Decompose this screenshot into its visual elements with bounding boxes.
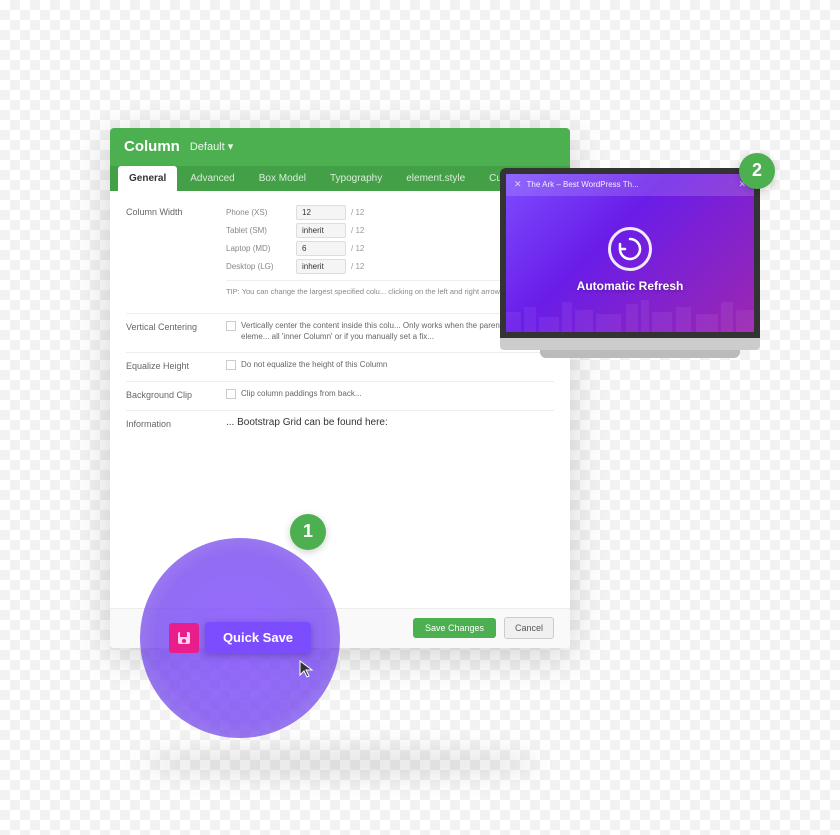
browser-tab-text: The Ark – Best WordPress Th... [527, 180, 639, 189]
information-text: ... Bootstrap Grid can be found here: [226, 417, 388, 428]
laptop-mockup: ✕ The Ark – Best WordPress Th... ✕ Autom… [500, 168, 780, 368]
step2-badge: 2 [739, 153, 775, 189]
checkbox-equalize-height-text: Do not equalize the height of this Colum… [241, 359, 387, 370]
laptop-browser-bar: ✕ The Ark – Best WordPress Th... ✕ [506, 174, 754, 196]
screen-label: Automatic Refresh [577, 279, 684, 293]
checkbox-background-clip: Clip column paddings from back... [226, 388, 554, 399]
sub-value-phone[interactable]: 12 [296, 205, 346, 220]
checkbox-vertical-centering-box[interactable] [226, 321, 236, 331]
laptop-screen: ✕ The Ark – Best WordPress Th... ✕ Autom… [500, 168, 760, 338]
sub-value-tablet[interactable]: inherit [296, 223, 346, 238]
laptop-base [500, 338, 760, 350]
field-label-vertical-centering: Vertical Centering [126, 320, 216, 332]
card-header: Column Default ▾ [110, 128, 570, 166]
laptop-stand [540, 350, 740, 358]
card-default-badge[interactable]: Default ▾ [190, 140, 233, 153]
checkbox-background-clip-box[interactable] [226, 389, 236, 399]
card-shadow [140, 748, 540, 778]
checkbox-background-clip-text: Clip column paddings from back... [241, 388, 362, 399]
refresh-icon [608, 227, 652, 271]
field-label-equalize-height: Equalize Height [126, 359, 216, 371]
city-silhouette [506, 292, 760, 332]
tab-advanced[interactable]: Advanced [179, 166, 245, 191]
checkbox-equalize-height-box[interactable] [226, 360, 236, 370]
sub-label-desktop: Desktop (LG) [226, 262, 291, 271]
field-inputs-information: ... Bootstrap Grid can be found here: [226, 417, 554, 428]
sub-fraction-tablet: / 12 [351, 226, 364, 235]
field-column-width: Column Width Phone (XS) 12 / 12 Tablet (… [126, 205, 554, 304]
card-title: Column [124, 138, 180, 155]
quick-save-spotlight: Quick Save [140, 538, 340, 738]
sub-label-phone: Phone (XS) [226, 208, 291, 217]
quick-save-icon [169, 623, 199, 653]
field-label-background-clip: Background Clip [126, 388, 216, 400]
field-vertical-centering: Vertical Centering Vertically center the… [126, 320, 554, 342]
close-icon: ✕ [514, 179, 522, 190]
cancel-button[interactable]: Cancel [504, 617, 554, 639]
field-information: Information ... Bootstrap Grid can be fo… [126, 417, 554, 429]
laptop-screen-content: Automatic Refresh [577, 227, 684, 293]
main-scene: Column Default ▾ General Advanced Box Mo… [80, 68, 760, 768]
sub-fraction-laptop: / 12 [351, 244, 364, 253]
tab-general[interactable]: General [118, 166, 177, 191]
sub-fraction-desktop: / 12 [351, 262, 364, 271]
step1-badge: 1 [290, 514, 326, 550]
sub-value-desktop[interactable]: inherit [296, 259, 346, 274]
sub-label-laptop: Laptop (MD) [226, 244, 291, 253]
field-label-column-width: Column Width [126, 205, 216, 217]
field-inputs-background-clip: Clip column paddings from back... [226, 388, 554, 399]
field-background-clip: Background Clip Clip column paddings fro… [126, 388, 554, 400]
quick-save-button[interactable]: Quick Save [205, 622, 311, 653]
tab-box-model[interactable]: Box Model [248, 166, 317, 191]
sub-value-laptop[interactable]: 6 [296, 241, 346, 256]
save-changes-button[interactable]: Save Changes [413, 618, 496, 638]
field-label-information: Information [126, 417, 216, 429]
tab-element-style[interactable]: element.style [395, 166, 476, 191]
field-equalize-height: Equalize Height Do not equalize the heig… [126, 359, 554, 371]
sub-fraction-phone: / 12 [351, 208, 364, 217]
sub-label-tablet: Tablet (SM) [226, 226, 291, 235]
cursor-icon [298, 659, 316, 686]
tab-typography[interactable]: Typography [319, 166, 393, 191]
circle-inner: Quick Save [169, 622, 311, 653]
